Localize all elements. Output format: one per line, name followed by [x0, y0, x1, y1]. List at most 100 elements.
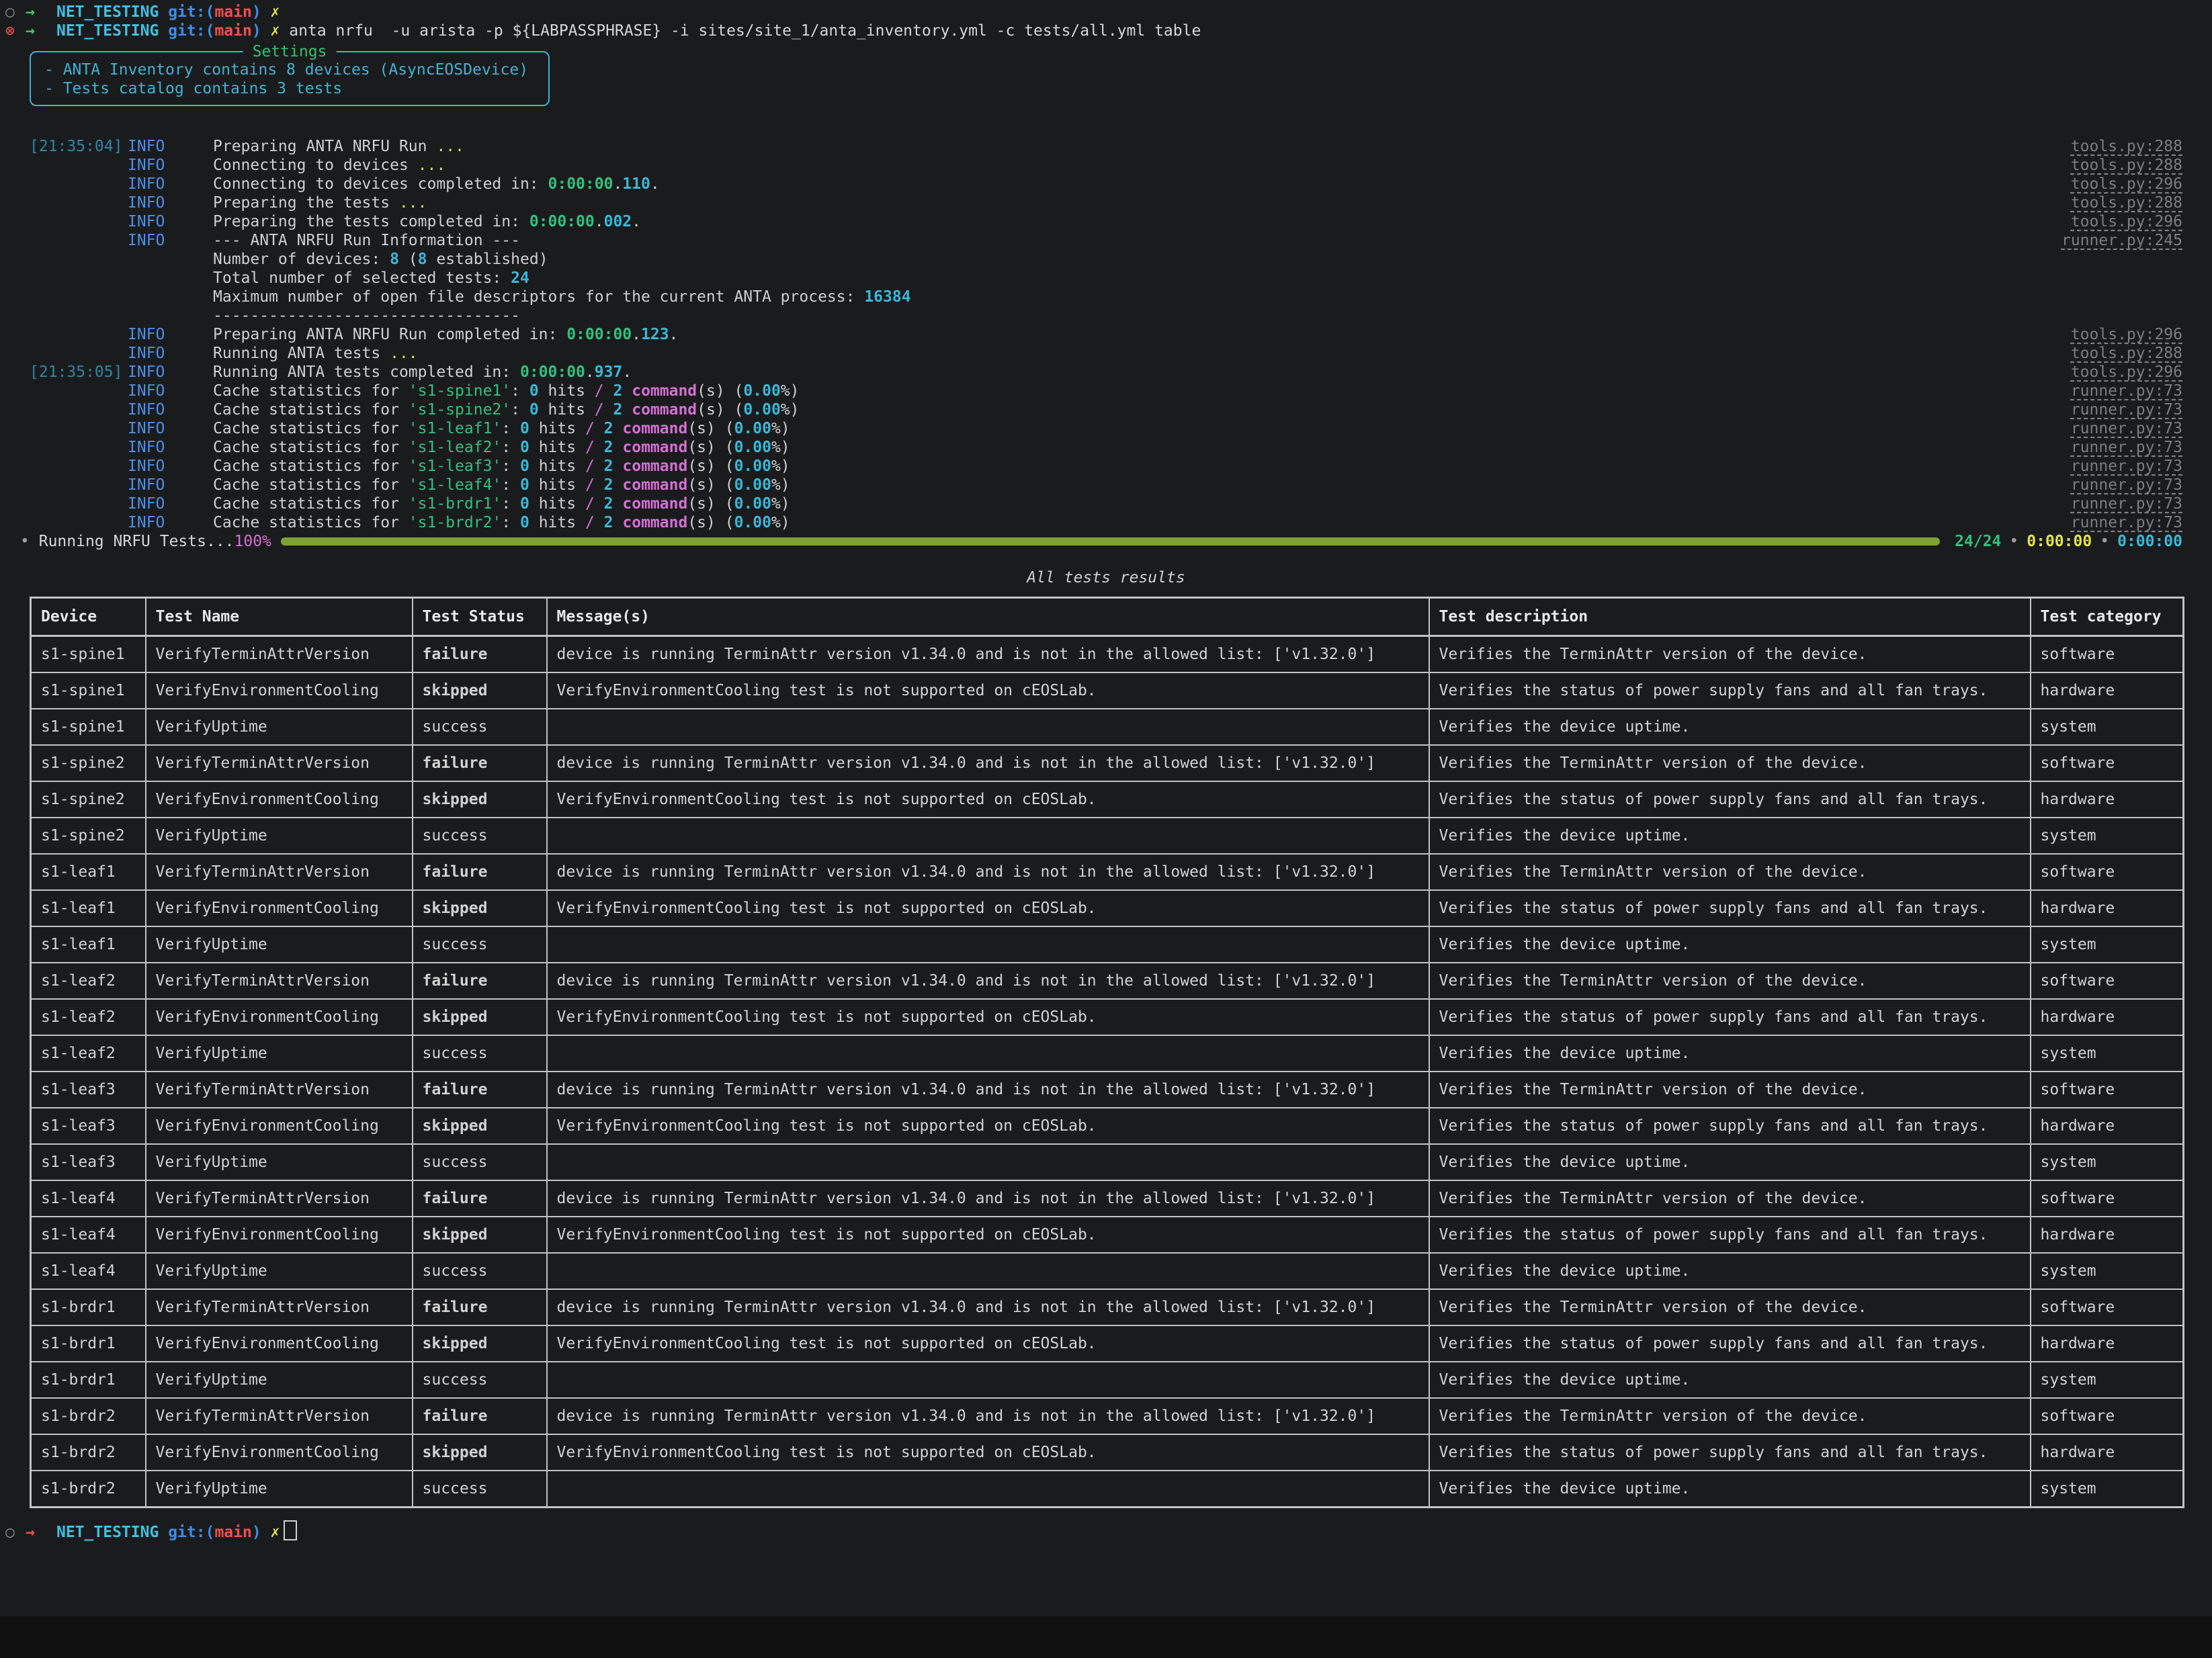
source-file-link[interactable]: runner.py:73	[2071, 513, 2182, 532]
prompt-space	[159, 1524, 168, 1541]
log-message: Preparing the tests ...	[213, 193, 2071, 212]
log-message-segment	[622, 401, 632, 419]
log-message-segment: 2	[604, 439, 613, 456]
log-message-segment: .	[585, 363, 595, 381]
log-line: INFOPreparing the tests ...tools.py:288	[30, 193, 2182, 212]
log-message-segment: ...	[390, 345, 418, 362]
log-message-segment: 0	[529, 401, 539, 419]
test-status-cell: failure	[413, 745, 547, 781]
table-row: s1-spine1VerifyUptimesuccessVerifies the…	[31, 709, 2184, 745]
log-line: INFOPreparing ANTA NRFU Run completed in…	[30, 325, 2182, 344]
source-file-link[interactable]: tools.py:296	[2071, 325, 2182, 344]
log-line: INFOCache statistics for 's1-leaf2': 0 h…	[30, 438, 2182, 457]
log-level: INFO	[128, 175, 213, 193]
test-status-cell: skipped	[413, 1325, 547, 1362]
source-file-link[interactable]: runner.py:73	[2071, 419, 2182, 438]
log-message-segment: Preparing ANTA NRFU Run completed in:	[213, 326, 566, 343]
prompt-git-branch: main	[214, 3, 251, 21]
source-file-link[interactable]: tools.py:288	[2071, 193, 2182, 212]
test-status-cell: failure	[413, 854, 547, 890]
source-file-link[interactable]: tools.py:296	[2071, 175, 2182, 193]
log-level: INFO	[128, 419, 213, 438]
source-file-link[interactable]: runner.py:73	[2071, 457, 2182, 476]
source-file-link[interactable]: runner.py:73	[2071, 476, 2182, 494]
log-message-segment: 0	[520, 457, 529, 475]
test-name-cell: VerifyUptime	[146, 1362, 413, 1398]
log-line: Total number of selected tests: 24	[30, 269, 2182, 288]
source-file-link[interactable]: tools.py:288	[2071, 137, 2182, 156]
log-message-segment: Preparing ANTA NRFU Run	[213, 138, 436, 155]
log-level: INFO	[128, 137, 213, 156]
log-message-segment: (	[399, 251, 418, 268]
log-message-segment: hits	[539, 382, 595, 400]
log-message-segment: 's1-leaf4'	[409, 476, 501, 494]
description-cell: Verifies the status of power supply fans…	[1429, 1108, 2031, 1144]
category-cell: system	[2031, 1253, 2184, 1289]
description-cell: Verifies the TerminAttr version of the d…	[1429, 1398, 2031, 1434]
device-cell: s1-spine1	[31, 636, 146, 673]
table-row: s1-leaf1VerifyTerminAttrVersionfailurede…	[31, 854, 2184, 890]
log-timestamp	[30, 476, 128, 494]
log-message-segment: Cache statistics for	[213, 420, 409, 437]
log-message-segment: 2	[604, 495, 613, 513]
terminal-cursor[interactable]	[284, 1520, 297, 1540]
log-message-segment: 0	[520, 439, 529, 456]
message-cell	[547, 1253, 1429, 1289]
prompt-arrow-icon: →	[26, 21, 56, 40]
settings-panel: Settings - ANTA Inventory contains 8 dev…	[30, 51, 550, 106]
device-cell: s1-spine2	[31, 781, 146, 818]
log-message-segment: /	[585, 476, 595, 494]
test-status-cell: success	[413, 926, 547, 963]
test-name-cell: VerifyUptime	[146, 1144, 413, 1180]
category-cell: hardware	[2031, 1434, 2184, 1471]
source-file-link[interactable]: runner.py:245	[2061, 231, 2182, 250]
source-file-link[interactable]: tools.py:296	[2071, 363, 2182, 382]
test-status-cell: failure	[413, 1289, 547, 1325]
test-status-cell: failure	[413, 1398, 547, 1434]
log-message-segment: %)	[771, 495, 790, 513]
source-file-link[interactable]: runner.py:73	[2071, 494, 2182, 513]
log-message-segment: Cache statistics for	[213, 401, 409, 419]
log-message-segment: 0.00	[743, 401, 780, 419]
device-cell: s1-brdr2	[31, 1471, 146, 1508]
log-message-segment: Total number of selected tests:	[213, 269, 511, 287]
log-message-segment: command	[632, 401, 697, 419]
log-message: Cache statistics for 's1-leaf3': 0 hits …	[213, 457, 2071, 476]
device-cell: s1-leaf4	[31, 1180, 146, 1217]
message-cell: device is running TerminAttr version v1.…	[547, 963, 1429, 999]
log-message: Cache statistics for 's1-leaf2': 0 hits …	[213, 438, 2071, 457]
description-cell: Verifies the status of power supply fans…	[1429, 781, 2031, 818]
log-message-segment: hits	[539, 401, 595, 419]
device-cell: s1-leaf4	[31, 1217, 146, 1253]
source-file-link[interactable]: runner.py:73	[2071, 382, 2182, 400]
log-message-segment: %)	[781, 401, 800, 419]
log-message-segment: hits	[529, 476, 585, 494]
source-file-link[interactable]: runner.py:73	[2071, 400, 2182, 419]
description-cell: Verifies the TerminAttr version of the d…	[1429, 1180, 2031, 1217]
category-cell: hardware	[2031, 672, 2184, 709]
test-status-cell: skipped	[413, 1108, 547, 1144]
log-message-segment: Connecting to devices completed in:	[213, 175, 548, 193]
source-file-link[interactable]: runner.py:73	[2071, 438, 2182, 457]
progress-bullet-icon: •	[20, 532, 30, 551]
log-message-segment: (s) (	[687, 439, 734, 456]
log-line: INFO--- ANTA NRFU Run Information ---run…	[30, 231, 2182, 250]
message-cell: device is running TerminAttr version v1.…	[547, 1180, 1429, 1217]
source-file-link[interactable]: tools.py:288	[2071, 156, 2182, 175]
log-line: Number of devices: 8 (8 established)	[30, 250, 2182, 269]
test-name-cell: VerifyEnvironmentCooling	[146, 1325, 413, 1362]
device-cell: s1-leaf3	[31, 1108, 146, 1144]
source-file-link[interactable]: tools.py:296	[2071, 212, 2182, 231]
description-cell: Verifies the status of power supply fans…	[1429, 1434, 2031, 1471]
prompt-status-icon: ○	[5, 3, 26, 21]
message-cell	[547, 1035, 1429, 1072]
progress-remaining-time: 0:00:00	[2117, 532, 2182, 551]
log-message-segment: 2	[604, 514, 613, 531]
message-cell: device is running TerminAttr version v1.…	[547, 1072, 1429, 1108]
source-file-link[interactable]: tools.py:288	[2071, 344, 2182, 363]
log-message-segment: :	[501, 457, 520, 475]
test-name-cell: VerifyEnvironmentCooling	[146, 1217, 413, 1253]
table-row: s1-brdr1VerifyEnvironmentCoolingskippedV…	[31, 1325, 2184, 1362]
test-status-cell: success	[413, 1035, 547, 1072]
prompt-dirty-icon: ✗	[271, 22, 280, 40]
